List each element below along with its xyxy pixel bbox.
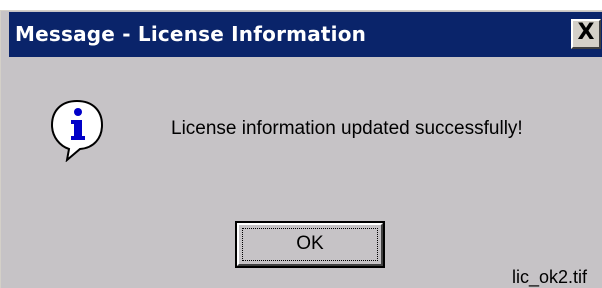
ok-button[interactable]: OK <box>235 221 385 268</box>
message-dialog: Message - License Information X License … <box>0 10 602 288</box>
close-icon: X <box>577 20 595 45</box>
information-icon <box>49 98 105 163</box>
close-button[interactable]: X <box>571 19 601 49</box>
message-text: License information updated successfully… <box>171 118 523 139</box>
title-bar[interactable]: Message - License Information X <box>9 12 602 57</box>
file-caption: lic_ok2.tif <box>512 267 588 287</box>
window-title: Message - License Information <box>15 22 367 46</box>
ok-button-label: OK <box>296 233 324 254</box>
